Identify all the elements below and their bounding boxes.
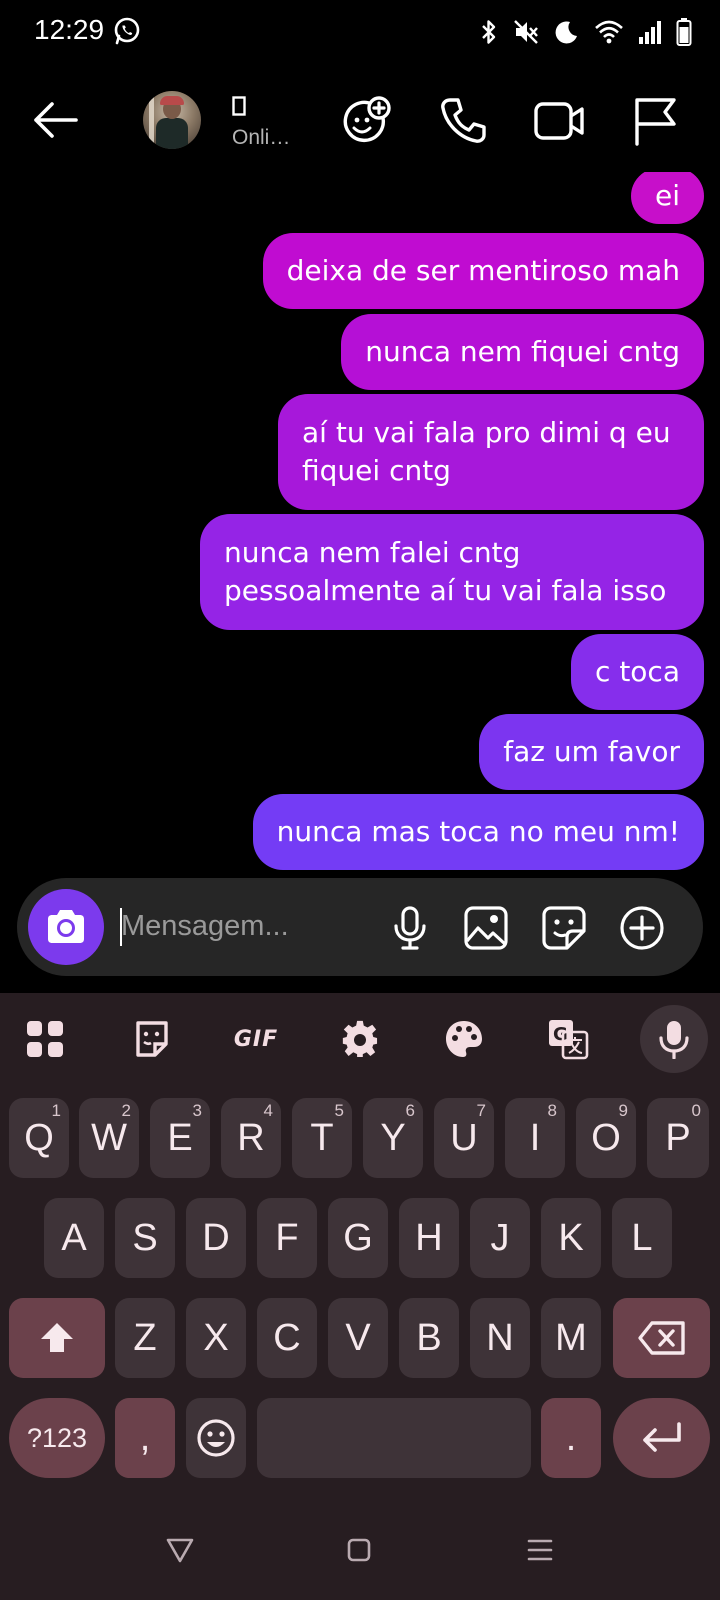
bluetooth-icon (482, 20, 496, 44)
message-composer (17, 878, 703, 976)
key-h[interactable]: H (399, 1198, 459, 1278)
wifi-icon (595, 20, 623, 44)
key-s[interactable]: S (115, 1198, 175, 1278)
message-bubble[interactable]: nunca nem falei cntg pessoalmente aí tu … (200, 514, 704, 630)
backspace-key[interactable] (613, 1298, 710, 1378)
clipboard-sticker-icon[interactable] (130, 1017, 174, 1061)
settings-gear-icon[interactable] (338, 1017, 382, 1061)
key-k[interactable]: K (541, 1198, 601, 1278)
add-friend-icon[interactable] (339, 94, 393, 148)
gallery-icon[interactable] (463, 905, 509, 951)
flag-icon[interactable] (628, 94, 682, 148)
key-d[interactable]: D (186, 1198, 246, 1278)
shift-arrow-icon (41, 1323, 73, 1352)
avatar[interactable] (143, 91, 201, 149)
message-list[interactable]: ei deixa de ser mentiroso mah nunca nem … (0, 172, 720, 880)
key-v[interactable]: V (328, 1298, 388, 1378)
key-m[interactable]: M (541, 1298, 601, 1378)
message-bubble[interactable]: c toca (571, 634, 704, 710)
symbols-key[interactable]: ?123 (9, 1398, 105, 1478)
space-key[interactable] (257, 1398, 531, 1478)
signal-icon (639, 21, 661, 44)
key-f[interactable]: F (257, 1198, 317, 1278)
message-bubble[interactable]: ei (630, 172, 704, 224)
nav-back-button[interactable] (160, 1530, 200, 1570)
battery-icon (676, 18, 692, 46)
camera-button[interactable] (28, 889, 104, 965)
missing-glyph-icon (232, 96, 246, 116)
nav-home-button[interactable] (339, 1530, 379, 1570)
emoji-icon (197, 1419, 235, 1457)
microphone-icon[interactable] (387, 905, 433, 951)
key-o[interactable]: O9 (576, 1098, 636, 1178)
key-i[interactable]: I8 (505, 1098, 565, 1178)
key-t[interactable]: T5 (292, 1098, 352, 1178)
vibrate-off-icon (514, 20, 538, 44)
translate-icon[interactable]: G (546, 1017, 590, 1061)
nav-back-triangle-icon (166, 1538, 194, 1563)
message-bubble[interactable]: deixa de ser mentiroso mah (262, 233, 704, 309)
key-w[interactable]: W2 (79, 1098, 139, 1178)
message-input[interactable] (121, 906, 351, 946)
key-y[interactable]: Y6 (363, 1098, 423, 1178)
enter-key[interactable] (613, 1398, 710, 1478)
message-bubble[interactable]: nunca mas toca no meu nm! (252, 794, 704, 870)
contact-status: Onli… (232, 126, 291, 149)
sticker-icon[interactable] (541, 905, 587, 951)
emoji-key[interactable] (186, 1398, 246, 1478)
message-bubble[interactable]: aí tu vai fala pro dimi q eu fiquei cntg (278, 394, 704, 510)
voice-input-button[interactable] (640, 1005, 708, 1073)
status-icons (480, 16, 692, 48)
key-a[interactable]: A (44, 1198, 104, 1278)
status-bar: 12:29 (0, 0, 720, 66)
chat-header: Onli… (0, 70, 720, 170)
apps-grid-icon[interactable] (23, 1017, 67, 1061)
key-b[interactable]: B (399, 1298, 459, 1378)
status-time: 12:29 (34, 14, 105, 45)
whatsapp-icon (114, 17, 140, 45)
palette-icon[interactable] (442, 1017, 486, 1061)
gif-button[interactable]: GIF (228, 1017, 284, 1061)
system-nav-bar (0, 1506, 720, 1600)
camera-icon (48, 910, 84, 943)
key-u[interactable]: U7 (434, 1098, 494, 1178)
comma-key[interactable]: , (115, 1398, 175, 1478)
nav-recents-menu-icon (527, 1539, 553, 1561)
period-key[interactable]: . (541, 1398, 601, 1478)
dnd-moon-icon (555, 21, 577, 44)
svg-text:G: G (553, 1024, 568, 1045)
phone-icon[interactable] (436, 94, 490, 148)
key-x[interactable]: X (186, 1298, 246, 1378)
nav-recents-button[interactable] (520, 1530, 560, 1570)
key-p[interactable]: P0 (647, 1098, 709, 1178)
plus-circle-icon[interactable] (619, 905, 665, 951)
voice-mic-icon (659, 1021, 689, 1059)
key-c[interactable]: C (257, 1298, 317, 1378)
key-e[interactable]: E3 (150, 1098, 210, 1178)
back-arrow-icon[interactable] (28, 92, 84, 148)
key-r[interactable]: R4 (221, 1098, 281, 1178)
shift-key[interactable] (9, 1298, 105, 1378)
video-icon[interactable] (532, 94, 586, 148)
nav-home-square-icon (347, 1538, 371, 1562)
key-q[interactable]: Q1 (9, 1098, 69, 1178)
message-bubble[interactable]: nunca nem fiquei cntg (341, 314, 704, 390)
message-bubble[interactable]: faz um favor (479, 714, 704, 790)
key-j[interactable]: J (470, 1198, 530, 1278)
key-n[interactable]: N (470, 1298, 530, 1378)
key-l[interactable]: L (612, 1198, 672, 1278)
backspace-icon (637, 1321, 685, 1355)
enter-icon (642, 1422, 681, 1452)
key-z[interactable]: Z (115, 1298, 175, 1378)
key-g[interactable]: G (328, 1198, 388, 1278)
